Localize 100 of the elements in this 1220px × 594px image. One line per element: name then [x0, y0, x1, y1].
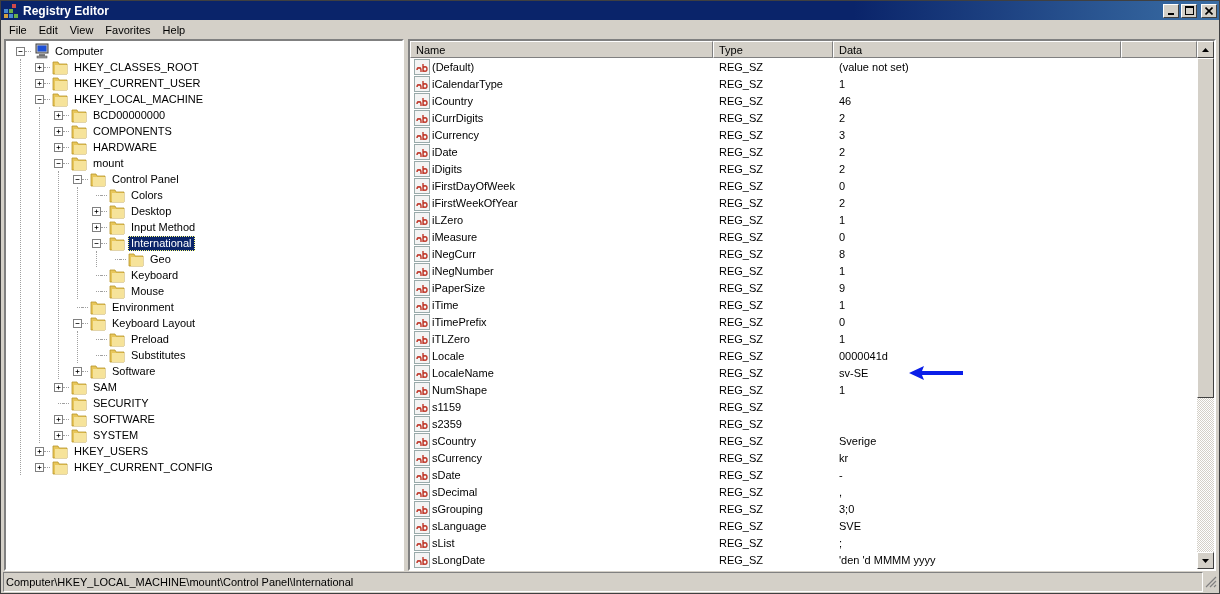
- string-value-icon: [414, 126, 430, 143]
- value-name[interactable]: iLZero: [432, 213, 464, 226]
- value-name[interactable]: sCurrency: [432, 451, 483, 464]
- tree-item[interactable]: Computer: [52, 43, 107, 59]
- tree-item[interactable]: HKEY_CURRENT_CONFIG: [71, 459, 216, 475]
- value-name[interactable]: LocaleName: [432, 366, 494, 379]
- column-header[interactable]: Data: [833, 41, 1121, 58]
- maximize-button[interactable]: [1181, 3, 1197, 18]
- expand-icon[interactable]: [35, 78, 44, 88]
- value-name[interactable]: s2359: [432, 417, 462, 430]
- value-name[interactable]: iDigits: [432, 162, 462, 175]
- folder-icon: [52, 459, 68, 475]
- expand-icon[interactable]: [54, 110, 63, 120]
- tree-item[interactable]: mount: [90, 155, 127, 171]
- tree-item[interactable]: SAM: [90, 379, 120, 395]
- scroll-up-button[interactable]: [1197, 41, 1214, 58]
- menu-item[interactable]: Favorites: [99, 23, 157, 36]
- computer-icon: [33, 43, 49, 59]
- column-header[interactable]: Name: [410, 41, 713, 58]
- value-name[interactable]: iNegNumber: [432, 264, 494, 277]
- expand-icon[interactable]: [54, 126, 63, 136]
- value-name[interactable]: sCountry: [432, 434, 477, 447]
- expand-icon[interactable]: [92, 206, 101, 216]
- value-type: REG_SZ: [719, 434, 763, 447]
- value-name[interactable]: iTLZero: [432, 332, 470, 345]
- close-button[interactable]: [1201, 3, 1217, 18]
- collapse-icon[interactable]: [54, 158, 63, 168]
- value-name[interactable]: s1159: [432, 400, 462, 413]
- value-name[interactable]: iFirstDayOfWeek: [432, 179, 515, 192]
- value-name[interactable]: sDate: [432, 468, 461, 481]
- tree-item[interactable]: HKEY_USERS: [71, 443, 151, 459]
- collapse-icon[interactable]: [73, 174, 82, 184]
- value-name[interactable]: NumShape: [432, 383, 488, 396]
- expand-icon[interactable]: [35, 62, 44, 72]
- collapse-icon[interactable]: [35, 94, 44, 104]
- value-name[interactable]: iCountry: [432, 94, 473, 107]
- value-name[interactable]: sList: [432, 536, 455, 549]
- folder-icon: [71, 411, 87, 427]
- tree-item[interactable]: Control Panel: [109, 171, 182, 187]
- expand-icon[interactable]: [35, 446, 44, 456]
- value-name[interactable]: iFirstWeekOfYear: [432, 196, 518, 209]
- tree-item[interactable]: SECURITY: [90, 395, 152, 411]
- collapse-icon[interactable]: [16, 46, 25, 56]
- menu-item[interactable]: File: [3, 23, 33, 36]
- tree-item[interactable]: Preload: [128, 331, 172, 347]
- collapse-icon[interactable]: [73, 318, 82, 328]
- tree-item[interactable]: HKEY_LOCAL_MACHINE: [71, 91, 206, 107]
- folder-icon: [71, 155, 87, 171]
- value-name[interactable]: sDecimal: [432, 485, 478, 498]
- menu-item[interactable]: Help: [156, 23, 192, 36]
- tree-item[interactable]: Desktop: [128, 203, 175, 219]
- tree-item[interactable]: Colors: [128, 187, 166, 203]
- tree-item[interactable]: Environment: [109, 299, 177, 315]
- expand-icon[interactable]: [54, 414, 63, 424]
- scroll-down-button[interactable]: [1197, 552, 1214, 569]
- string-value-icon: [414, 58, 430, 75]
- menu-item[interactable]: Edit: [32, 23, 64, 36]
- tree-item[interactable]: HKEY_CURRENT_USER: [71, 75, 204, 91]
- value-name[interactable]: iMeasure: [432, 230, 478, 243]
- tree-item[interactable]: Software: [109, 363, 159, 379]
- expand-icon[interactable]: [73, 366, 82, 376]
- minimize-button[interactable]: [1163, 3, 1179, 18]
- value-type: REG_SZ: [719, 553, 763, 566]
- tree-item[interactable]: Input Method: [128, 219, 199, 235]
- expand-icon[interactable]: [35, 462, 44, 472]
- tree-item[interactable]: Geo: [147, 251, 174, 267]
- scrollbar-thumb[interactable]: [1197, 58, 1214, 398]
- value-name[interactable]: iCalendarType: [432, 77, 503, 90]
- tree-item[interactable]: COMPONENTS: [90, 123, 175, 139]
- value-name[interactable]: (Default): [432, 60, 475, 73]
- tree-item[interactable]: HARDWARE: [90, 139, 160, 155]
- tree-item[interactable]: SYSTEM: [90, 427, 142, 443]
- value-name[interactable]: sGrouping: [432, 502, 483, 515]
- expand-icon[interactable]: [54, 430, 63, 440]
- value-name[interactable]: sLanguage: [432, 519, 487, 532]
- tree-item[interactable]: Keyboard: [128, 267, 182, 283]
- resize-grip-icon[interactable]: [1205, 576, 1217, 588]
- tree-item[interactable]: BCD00000000: [90, 107, 169, 123]
- value-name[interactable]: iTime: [432, 298, 459, 311]
- value-name[interactable]: iCurrency: [432, 128, 480, 141]
- value-name[interactable]: Locale: [432, 349, 465, 362]
- expand-icon[interactable]: [54, 142, 63, 152]
- collapse-icon[interactable]: [92, 238, 101, 248]
- tree-item[interactable]: HKEY_CLASSES_ROOT: [71, 59, 202, 75]
- value-name[interactable]: iPaperSize: [432, 281, 486, 294]
- expand-icon[interactable]: [54, 382, 63, 392]
- value-name[interactable]: iTimePrefix: [432, 315, 487, 328]
- value-name[interactable]: iCurrDigits: [432, 111, 484, 124]
- tree-item[interactable]: SOFTWARE: [90, 411, 158, 427]
- menu-item[interactable]: View: [63, 23, 100, 36]
- tree-item[interactable]: International: [128, 235, 195, 251]
- tree-item[interactable]: Keyboard Layout: [109, 315, 199, 331]
- column-header[interactable]: Type: [713, 41, 833, 58]
- expand-icon[interactable]: [92, 222, 101, 232]
- value-name[interactable]: sLongDate: [432, 553, 486, 566]
- tree-item[interactable]: Mouse: [128, 283, 168, 299]
- value-name[interactable]: iDate: [432, 145, 458, 158]
- tree-item[interactable]: Substitutes: [128, 347, 189, 363]
- value-name[interactable]: iNegCurr: [432, 247, 476, 260]
- scrollbar[interactable]: [1197, 41, 1214, 569]
